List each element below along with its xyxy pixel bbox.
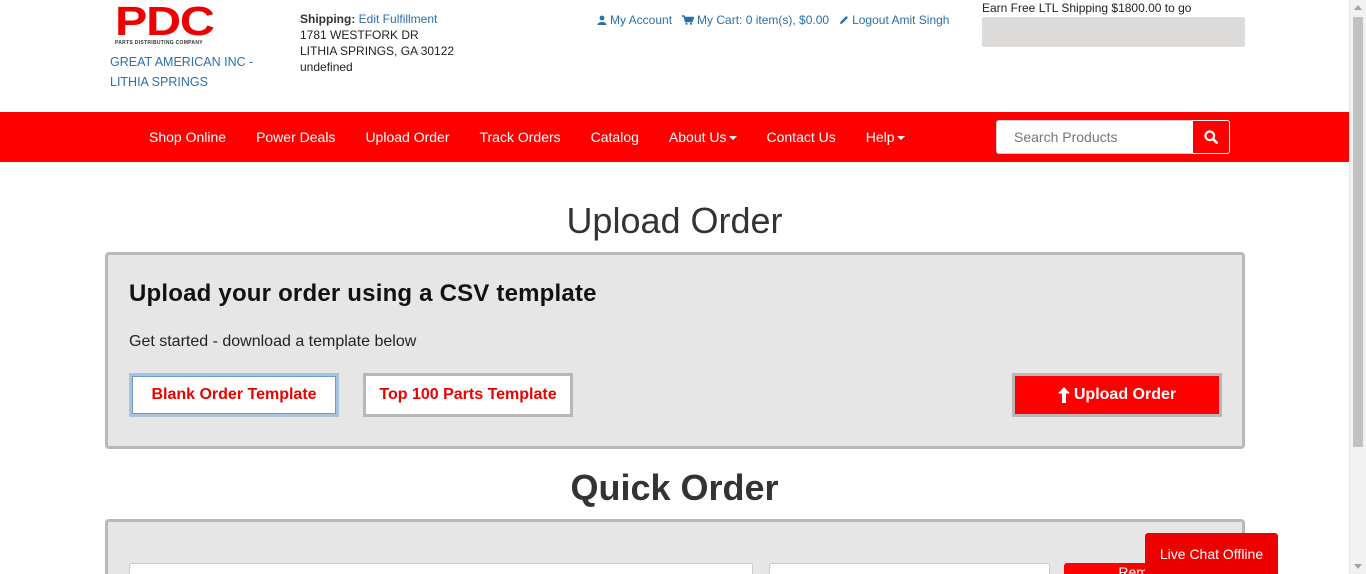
pencil-icon	[840, 16, 849, 24]
upload-order-button[interactable]: Upload Order	[1012, 373, 1222, 417]
address-line-3: undefined	[300, 60, 353, 74]
caret-down-icon	[728, 136, 737, 141]
top-100-parts-template-button[interactable]: Top 100 Parts Template	[363, 373, 573, 417]
nav-item-label: Help	[865, 129, 895, 145]
quick-order-panel: Rem...	[105, 519, 1245, 574]
caret-down-icon	[896, 136, 905, 141]
nav-item-help[interactable]: Help	[851, 112, 920, 162]
shipping-info: Shipping: Edit Fulfillment 1781 WESTFORK…	[300, 11, 454, 75]
nav-item-about-us[interactable]: About Us	[654, 112, 752, 162]
nav-item-shop-online[interactable]: Shop Online	[134, 112, 241, 162]
scroll-down-arrow-icon[interactable]	[1354, 564, 1362, 569]
nav-menu: Shop Online Power Deals Upload Order Track …	[134, 112, 920, 162]
ltl-shipping-progress: Earn Free LTL Shipping $1800.00 to go	[982, 1, 1245, 47]
shipping-label: Shipping:	[300, 12, 356, 26]
nav-item-label: Track Orders	[479, 129, 561, 145]
nav-item-label: About Us	[668, 129, 727, 145]
upload-order-button-label: Upload Order	[1073, 386, 1177, 403]
logout-label: Logout Amit Singh	[852, 13, 950, 27]
nav-item-catalog[interactable]: Catalog	[576, 112, 654, 162]
scrollbar-thumb[interactable]	[1353, 17, 1363, 447]
nav-item-label: Catalog	[590, 129, 639, 145]
nav-item-upload-order[interactable]: Upload Order	[350, 112, 464, 162]
my-account-link[interactable]: My Account	[597, 13, 672, 27]
my-cart-link[interactable]: My Cart: 0 item(s), $0.00	[682, 13, 829, 27]
arrow-up-icon	[1057, 387, 1070, 403]
upload-panel-subtitle: Get started - download a template below	[129, 333, 417, 350]
upload-order-panel: Upload your order using a CSV template G…	[105, 252, 1245, 449]
upload-panel-title: Upload your order using a CSV template	[129, 280, 597, 307]
company-name[interactable]: GREAT AMERICAN INC - LITHIA SPRINGS	[110, 52, 280, 92]
blank-order-template-button[interactable]: Blank Order Template	[129, 373, 339, 417]
upload-order-heading: Upload Order	[566, 200, 783, 241]
nav-item-label: Upload Order	[365, 129, 450, 145]
cart-icon	[682, 15, 695, 25]
nav-item-label: Contact Us	[766, 129, 836, 145]
logout-link[interactable]: Logout Amit Singh	[839, 13, 949, 27]
user-icon	[597, 15, 607, 25]
my-cart-label: My Cart: 0 item(s), $0.00	[697, 13, 830, 27]
main-navbar: Shop Online Power Deals Upload Order Track …	[0, 112, 1349, 162]
part-number-input[interactable]	[129, 563, 753, 574]
address-line-1: 1781 WESTFORK DR	[300, 28, 419, 42]
search-button[interactable]	[1192, 120, 1230, 154]
search-input[interactable]	[996, 120, 1192, 154]
nav-item-label: Shop Online	[149, 129, 227, 145]
logo-text: PDC	[115, 0, 215, 44]
edit-fulfillment-link[interactable]: Edit Fulfillment	[359, 12, 438, 26]
ltl-progress-bar	[982, 17, 1245, 47]
account-links: My Account My Cart: 0 item(s), $0.00 Log…	[597, 13, 949, 27]
pdc-logo[interactable]: PDC PARTS DISTRIBUTING COMPANY	[115, 1, 215, 47]
address-line-2: LITHIA SPRINGS, GA 30122	[300, 44, 455, 58]
nav-item-track-orders[interactable]: Track Orders	[464, 112, 575, 162]
search-icon	[1204, 130, 1218, 144]
nav-item-power-deals[interactable]: Power Deals	[241, 112, 350, 162]
nav-item-contact-us[interactable]: Contact Us	[752, 112, 851, 162]
ltl-shipping-text: Earn Free LTL Shipping $1800.00 to go	[982, 1, 1192, 15]
scroll-up-arrow-icon[interactable]	[1354, 5, 1362, 10]
quantity-input[interactable]	[769, 563, 1050, 574]
nav-item-label: Power Deals	[256, 129, 336, 145]
live-chat-button[interactable]: Live Chat Offline	[1145, 533, 1278, 574]
quick-order-heading: Quick Order	[570, 467, 779, 508]
my-account-label: My Account	[610, 13, 673, 27]
page-scrollbar[interactable]	[1349, 0, 1366, 574]
search-form	[996, 120, 1230, 154]
